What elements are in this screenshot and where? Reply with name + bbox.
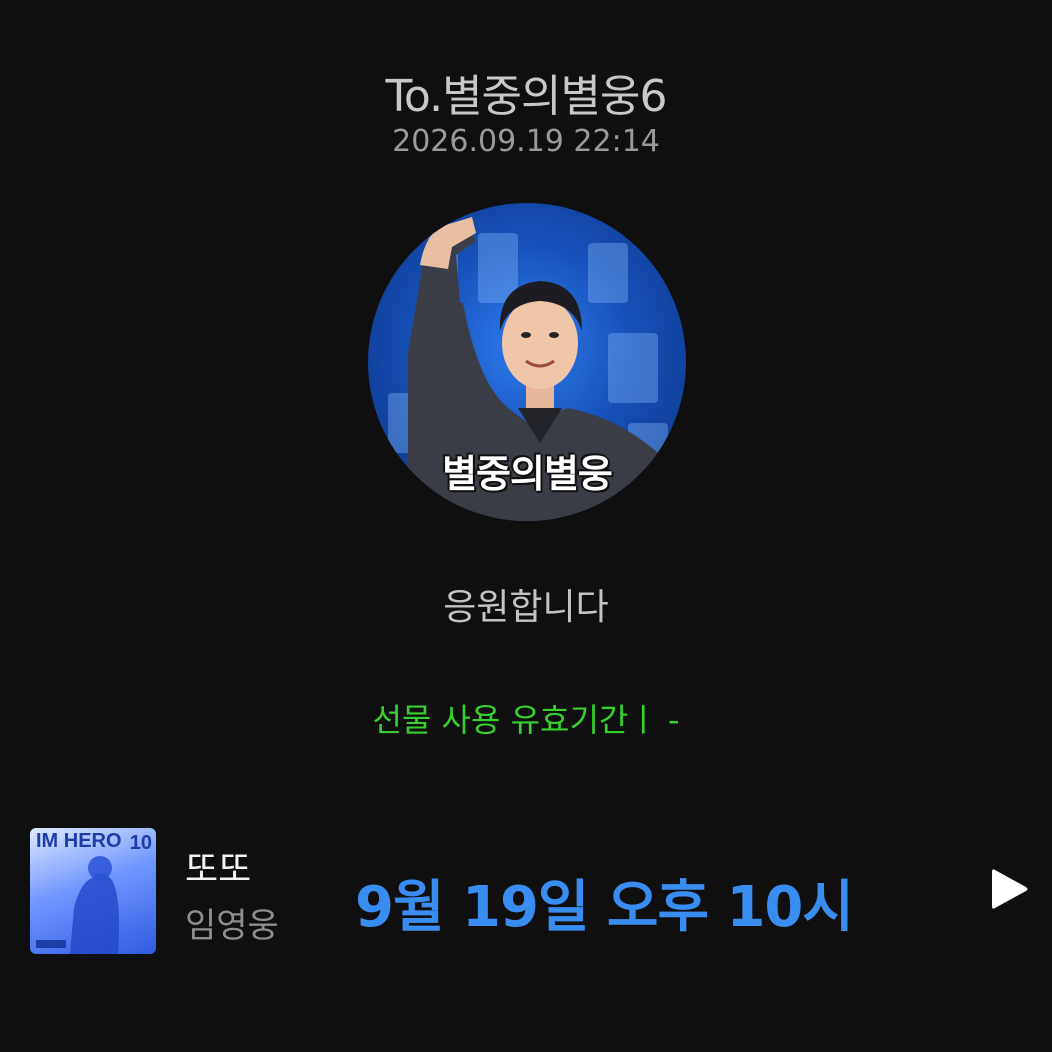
gift-validity-text: 선물 사용 유효기간ㅣ - <box>372 701 680 739</box>
sent-timestamp: 2026.09.19 22:14 <box>392 124 660 159</box>
album-art-number: 10 <box>129 832 152 854</box>
song-title: 또또 <box>185 849 252 890</box>
schedule-text: 9월 19일 오후 10시 <box>355 875 854 940</box>
artist-name: 임영웅 <box>185 906 279 946</box>
music-player: IM HERO 10 또또 임영웅 9월 19일 오후 10시 <box>0 828 1052 954</box>
play-button[interactable] <box>986 866 1032 912</box>
message-text: 응원합니다 <box>443 587 609 628</box>
play-icon <box>992 869 1028 909</box>
album-art[interactable]: IM HERO 10 <box>30 828 156 954</box>
recipient-title: To.별중의별웅6 <box>385 71 668 122</box>
avatar-caption: 별중의별웅 <box>442 452 613 496</box>
profile-avatar: 별중의별웅 <box>368 203 686 521</box>
album-art-title: IM HERO <box>36 830 122 852</box>
